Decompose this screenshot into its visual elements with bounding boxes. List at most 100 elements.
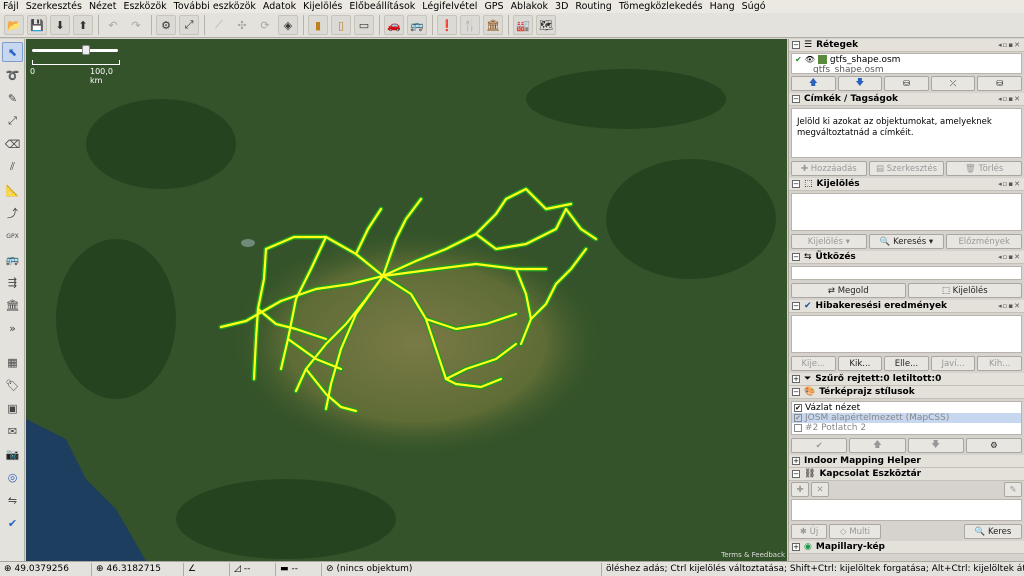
zoom-icon[interactable]: ⤢	[179, 15, 199, 35]
pt-platform-icon[interactable]: ▭	[354, 15, 374, 35]
move-down-button[interactable]: 🡇	[837, 76, 883, 91]
menu-item-1[interactable]: Szerkesztés	[26, 1, 82, 12]
map-icon[interactable]: 🗺	[536, 15, 556, 35]
draw-icon[interactable]: ✎	[2, 88, 23, 108]
menu-item-0[interactable]: Fájl	[3, 1, 19, 12]
menu-item-8[interactable]: Légifelvétel	[422, 1, 477, 12]
move-up-button[interactable]: 🡅	[791, 76, 836, 91]
map-view[interactable]: 0 100,0 km Terms & Feedback	[26, 39, 787, 561]
zoom-icon[interactable]: ⤢	[2, 111, 23, 131]
filter-header[interactable]: + ⏷ Szűrő rejtett:0 letiltott:0	[789, 373, 1024, 386]
upload-icon[interactable]: ⬆	[73, 15, 93, 35]
delete-layer-button[interactable]: ⛁	[977, 76, 1022, 91]
multipolygon-icon[interactable]: ◈	[278, 15, 298, 35]
map-canvas[interactable]	[26, 39, 787, 561]
building-icon[interactable]: 🏛	[483, 15, 503, 35]
validator-list[interactable]	[791, 315, 1022, 353]
validator-header[interactable]: − ✔ Hibakeresési eredmények ◂▫▪✕	[789, 300, 1024, 313]
search-button[interactable]: 🔍 Keresés ▾	[868, 234, 945, 249]
mapillary-icon[interactable]: ◎	[2, 467, 23, 487]
ignore-button[interactable]: Kih...	[977, 356, 1022, 371]
undo-icon[interactable]: ↶	[103, 15, 123, 35]
relation-remove-button[interactable]: ✕	[811, 482, 829, 497]
conflict-list[interactable]	[791, 266, 1022, 280]
relation-edit-button[interactable]: ✎	[1004, 482, 1022, 497]
eye-icon[interactable]: 👁	[805, 55, 815, 64]
checkbox[interactable]: ✔	[794, 414, 802, 422]
gpx-icon[interactable]: GPX	[2, 226, 23, 246]
validate-icon[interactable]: ✔	[2, 513, 23, 533]
multipolygon-button[interactable]: ◇ Multi	[829, 524, 881, 539]
layer-item[interactable]: gtfs_shape.osm	[792, 65, 1021, 74]
relation-list[interactable]	[791, 499, 1022, 521]
photo-icon[interactable]: 📷	[2, 444, 23, 464]
styles-header[interactable]: − 🎨 Térképrajz stílusok	[789, 386, 1024, 399]
style-item[interactable]: ✔ Vázlat nézet	[792, 403, 1021, 413]
menu-item-13[interactable]: Tömegközlekedés	[619, 1, 703, 12]
add-tag-button[interactable]: ✚ Hozzáadás	[791, 161, 867, 176]
download-icon[interactable]: ⬇	[50, 15, 70, 35]
more-icon[interactable]: »	[2, 318, 23, 338]
car-icon[interactable]: 🚗	[384, 15, 404, 35]
merge-button[interactable]: ⤫	[930, 76, 976, 91]
relation-header[interactable]: − ⛓ Kapcsolat Eszköztár	[789, 468, 1024, 481]
menu-item-10[interactable]: Ablakok	[511, 1, 548, 12]
menu-item-11[interactable]: 3D	[555, 1, 568, 12]
history-button[interactable]: Előzmények	[946, 234, 1023, 249]
slippy-icon[interactable]: ▦	[2, 352, 23, 372]
conflict-header[interactable]: − ⇆ Ütközés ◂▫▪✕	[789, 251, 1024, 264]
menu-item-2[interactable]: Nézet	[89, 1, 117, 12]
pt-stop-icon[interactable]: ▮	[308, 15, 328, 35]
attribution-link[interactable]: Terms & Feedback	[721, 551, 785, 559]
style-down-button[interactable]: 🡇	[907, 438, 964, 453]
style-item[interactable]: ✔ JOSM alapértelmezett (MapCSS)	[792, 413, 1021, 423]
tags-header[interactable]: − Címkék / Tagságok ◂▫▪✕	[789, 93, 1024, 106]
selection-list[interactable]	[791, 193, 1022, 231]
building-icon[interactable]: 🏛	[2, 295, 23, 315]
tag-icon[interactable]: 🏷	[2, 375, 23, 395]
bus-icon[interactable]: 🚌	[2, 249, 23, 269]
menu-item-15[interactable]: Súgó	[742, 1, 766, 12]
measure-icon[interactable]: 📐	[2, 180, 23, 200]
bus-icon[interactable]: 🚌	[407, 15, 427, 35]
preferences-icon[interactable]: ⚙	[156, 15, 176, 35]
delete-icon[interactable]: ⌫	[2, 134, 23, 154]
menu-item-9[interactable]: GPS	[484, 1, 503, 12]
validator-lookup-button[interactable]: Kik...	[837, 356, 883, 371]
checkbox[interactable]	[794, 424, 802, 432]
layer-item[interactable]: ✔ 👁 gtfs_shape.osm	[792, 54, 1021, 65]
resolve-button[interactable]: ⇄ Megold	[791, 283, 906, 298]
rotate-icon[interactable]: ⟳	[255, 15, 275, 35]
route-icon[interactable]: ⇶	[2, 272, 23, 292]
validator-select-button[interactable]: Kije...	[791, 356, 836, 371]
menu-item-12[interactable]: Routing	[575, 1, 611, 12]
zoom-slider-knob[interactable]	[82, 45, 90, 55]
lasso-icon[interactable]: ➰	[2, 65, 23, 85]
panel-controls[interactable]: ◂▫▪✕	[998, 41, 1021, 49]
menu-item-4[interactable]: További eszközök	[174, 1, 256, 12]
open-icon[interactable]: 📂	[4, 15, 24, 35]
menu-item-14[interactable]: Hang	[710, 1, 735, 12]
relation-add-button[interactable]: ✚	[791, 482, 809, 497]
pt-station-icon[interactable]: ▯	[331, 15, 351, 35]
selection-header[interactable]: − ⬚ Kijelölés ◂▫▪✕	[789, 178, 1024, 191]
parallel-icon[interactable]: ⫽	[2, 157, 23, 177]
menu-item-3[interactable]: Eszközök	[123, 1, 166, 12]
align-icon[interactable]: ✣	[232, 15, 252, 35]
redo-icon[interactable]: ↷	[126, 15, 146, 35]
fix-button[interactable]: Javí...	[930, 356, 976, 371]
edit-tag-button[interactable]: ▤ Szerkesztés	[868, 161, 945, 176]
restaurant-icon[interactable]: 🍴	[460, 15, 480, 35]
improve-way-icon[interactable]: ⤴	[2, 203, 23, 223]
indoor-header[interactable]: + Indoor Mapping Helper	[789, 455, 1024, 468]
select-icon[interactable]: ⬉	[2, 42, 23, 62]
conflict-select-button[interactable]: ⬚ Kijelölés	[907, 283, 1022, 298]
panel-controls[interactable]: ◂▫▪✕	[998, 253, 1021, 261]
menu-item-7[interactable]: Előbeállítások	[349, 1, 415, 12]
select-button[interactable]: Kijelölés ▾	[791, 234, 867, 249]
menu-item-5[interactable]: Adatok	[263, 1, 296, 12]
relation-search-button[interactable]: 🔍 Keres	[964, 524, 1022, 539]
delete-tag-button[interactable]: 🗑 Törlés	[946, 161, 1023, 176]
checkbox[interactable]: ✔	[794, 404, 802, 412]
layers-header[interactable]: − ☰ Rétegek ◂▫▪✕	[789, 39, 1024, 52]
